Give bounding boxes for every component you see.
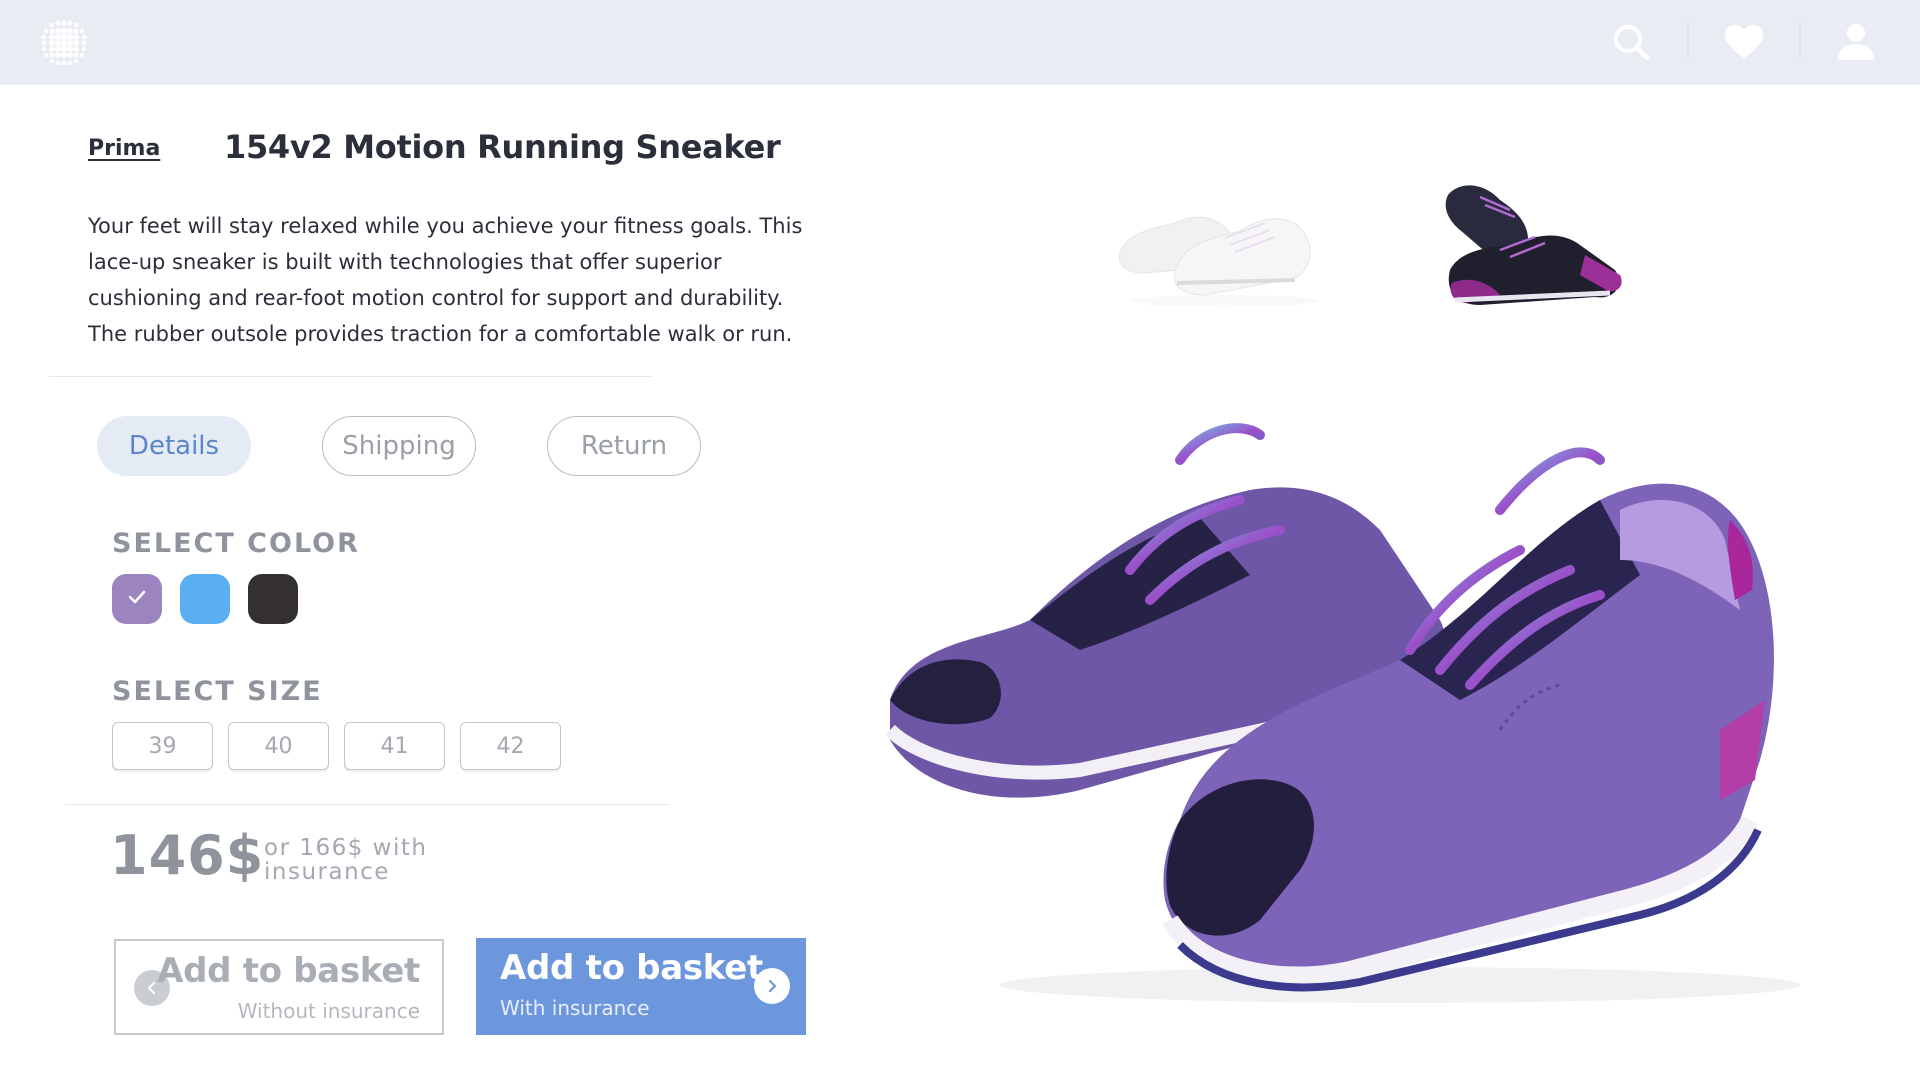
button-sublabel: With insurance	[500, 996, 650, 1020]
color-swatch-black[interactable]	[248, 574, 298, 624]
section-divider	[49, 376, 653, 377]
size-option[interactable]: 40	[228, 722, 329, 770]
price: 146$	[110, 824, 265, 887]
chevron-right-icon	[754, 968, 790, 1004]
dotted-logo-icon[interactable]	[38, 17, 90, 69]
button-label: Add to basket	[157, 951, 420, 991]
size-option[interactable]: 42	[460, 722, 561, 770]
size-option[interactable]: 41	[344, 722, 445, 770]
product-title: 154v2 Motion Running Sneaker	[224, 128, 781, 166]
color-swatch-purple[interactable]	[112, 574, 162, 624]
color-swatch-blue[interactable]	[180, 574, 230, 624]
heart-icon[interactable]	[1720, 18, 1768, 66]
select-color-label: SELECT COLOR	[112, 528, 360, 559]
add-to-basket-with-insurance-button[interactable]: Add to basket With insurance	[476, 938, 806, 1035]
size-option[interactable]: 39	[112, 722, 213, 770]
button-sublabel: Without insurance	[237, 999, 420, 1023]
top-navigation-bar	[0, 0, 1920, 85]
checkmark-icon	[127, 589, 147, 609]
product-thumbnail-white[interactable]	[1115, 183, 1325, 313]
product-hero-image	[880, 400, 1820, 1010]
search-icon[interactable]	[1607, 18, 1655, 66]
product-thumbnail-black[interactable]	[1440, 175, 1630, 320]
tab-details[interactable]: Details	[97, 416, 251, 476]
select-size-label: SELECT SIZE	[112, 676, 323, 707]
tab-return[interactable]: Return	[547, 416, 701, 476]
add-to-basket-without-insurance-button[interactable]: Add to basket Without insurance	[114, 939, 444, 1035]
insurance-price: or 166$ with insurance	[264, 835, 428, 885]
user-icon[interactable]	[1832, 18, 1880, 66]
brand-link[interactable]: Prima	[88, 136, 160, 161]
nav-divider	[1799, 20, 1801, 58]
button-label: Add to basket	[500, 948, 763, 988]
tab-shipping[interactable]: Shipping	[322, 416, 476, 476]
section-divider	[65, 804, 669, 805]
nav-divider	[1687, 20, 1689, 58]
product-description: Your feet will stay relaxed while you ac…	[88, 214, 803, 346]
